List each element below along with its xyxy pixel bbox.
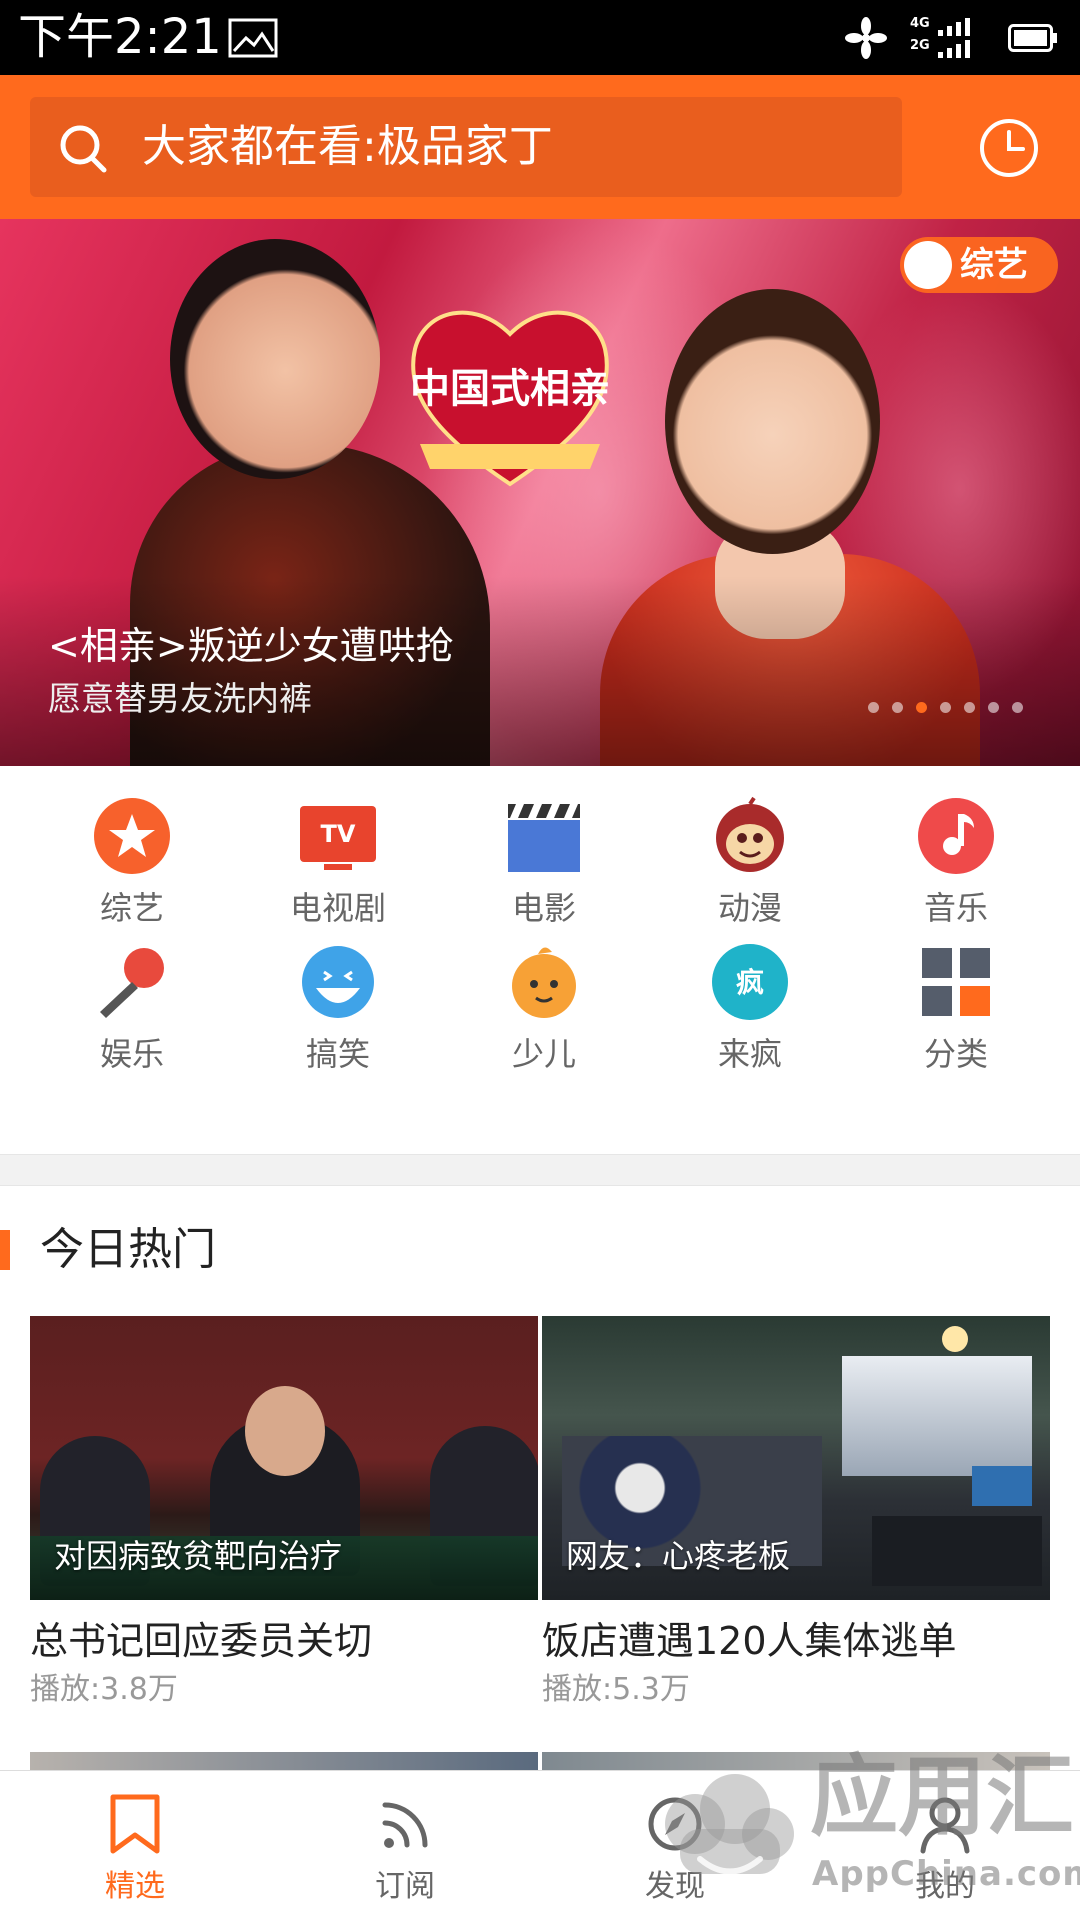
status-time: 下午2:21 <box>18 9 222 65</box>
video-card[interactable]: 网友：心疼老板 饭店遭遇120人集体逃单 播放:5.3万 <box>542 1316 1050 1716</box>
video-overlay-caption: 对因病致贫靶向治疗 <box>54 1537 343 1575</box>
thumb-figure <box>245 1386 325 1476</box>
banner-guest-head <box>665 289 880 554</box>
carousel-dot <box>916 702 927 713</box>
status-bar: 下午2:21 4G 2G <box>0 0 1080 75</box>
carousel-dot <box>940 702 951 713</box>
variety-face-icon <box>904 241 952 289</box>
category-item[interactable]: 搞笑 <box>236 942 440 1092</box>
laughing-face-icon <box>302 946 374 1018</box>
thumb-table <box>872 1516 1042 1586</box>
category-label: 综艺 <box>99 889 164 927</box>
svg-text:疯: 疯 <box>736 966 764 999</box>
search-placeholder: 大家都在看:极品家丁 <box>142 121 553 172</box>
banner-title: <相亲>叛逆少女遭哄抢 <box>48 624 454 668</box>
compass-icon <box>648 1797 702 1851</box>
thumb-light <box>942 1326 968 1352</box>
grid-icon <box>922 948 990 1016</box>
carousel-dot <box>964 702 975 713</box>
history-clock-icon[interactable] <box>978 117 1040 179</box>
nav-item-discover[interactable]: 发现 <box>540 1771 810 1920</box>
star-icon <box>94 798 170 874</box>
app-notification-icon <box>845 17 887 59</box>
microphone-icon <box>100 948 164 1018</box>
category-item[interactable]: TV 电视剧 <box>236 796 440 946</box>
nav-label: 精选 <box>105 1869 165 1904</box>
category-item[interactable]: 综艺 <box>30 796 234 946</box>
banner-subtitle: 愿意替男友洗内裤 <box>48 679 312 718</box>
video-play-count: 播放:5.3万 <box>542 1672 690 1707</box>
network-2g-label: 2G <box>910 38 930 53</box>
show-logo: 中国式相亲 <box>410 310 610 487</box>
category-label: 分类 <box>923 1035 988 1073</box>
thumb-chair <box>972 1466 1032 1506</box>
category-item[interactable]: 音乐 <box>854 796 1058 946</box>
carousel-dot <box>892 702 903 713</box>
nav-item-subscribe[interactable]: 订阅 <box>270 1771 540 1920</box>
category-label: 音乐 <box>923 889 988 927</box>
banner-category-label: 综艺 <box>960 245 1028 285</box>
signal-indicator: 4G 2G <box>910 16 986 60</box>
bookmark-icon <box>110 1794 160 1854</box>
video-play-count: 播放:3.8万 <box>30 1672 178 1707</box>
category-label: 电视剧 <box>289 889 386 927</box>
carousel-dot <box>988 702 999 713</box>
nav-item-featured[interactable]: 精选 <box>0 1771 270 1920</box>
category-label: 搞笑 <box>305 1035 370 1073</box>
category-item[interactable]: 电影 <box>442 796 646 946</box>
category-grid: 综艺 TV 电视剧 电影 动漫 音乐 娱乐 搞笑 少儿疯来疯 分类 <box>0 766 1080 1154</box>
video-card[interactable]: 对因病致贫靶向治疗 总书记回应委员关切 播放:3.8万 <box>30 1316 538 1716</box>
category-label: 来疯 <box>717 1035 782 1073</box>
show-logo-text: 中国式相亲 <box>410 366 610 412</box>
video-overlay-caption: 网友：心疼老板 <box>566 1537 791 1575</box>
category-label: 娱乐 <box>99 1035 164 1073</box>
category-item[interactable]: 分类 <box>854 942 1058 1092</box>
section-title: 今日热门 <box>40 1224 216 1275</box>
signal-bars-icon <box>938 18 970 58</box>
banner-carousel[interactable]: 中国式相亲 综艺 <相亲>叛逆少女遭哄抢 愿意替男友洗内裤 <box>0 219 1080 766</box>
monkey-icon <box>716 796 784 872</box>
network-4g-label: 4G <box>910 16 930 31</box>
nav-label: 我的 <box>915 1869 975 1904</box>
section-accent-bar <box>0 1230 10 1270</box>
tv-icon: TV <box>300 806 376 870</box>
search-icon <box>60 125 107 173</box>
svg-text:TV: TV <box>321 820 356 848</box>
category-item[interactable]: 少儿 <box>442 942 646 1092</box>
category-item[interactable]: 动漫 <box>648 796 852 946</box>
battery-icon <box>1008 24 1057 52</box>
video-title: 总书记回应委员关切 <box>30 1619 373 1663</box>
nav-label: 订阅 <box>375 1869 435 1904</box>
category-item[interactable]: 疯来疯 <box>648 942 852 1092</box>
clapperboard-icon <box>508 804 580 872</box>
bottom-navigation: 精选 订阅 发现 我的 <box>0 1770 1080 1920</box>
carousel-indicator <box>868 702 1023 713</box>
image-notification-icon <box>228 18 278 58</box>
baby-face-icon <box>512 947 576 1018</box>
laifeng-icon: 疯 <box>712 944 788 1020</box>
banner-caption-shade <box>0 576 1080 766</box>
banner-category-tag: 综艺 <box>900 237 1058 293</box>
person-icon <box>920 1797 970 1854</box>
header: 大家都在看:极品家丁 <box>0 75 1080 219</box>
music-note-icon <box>918 798 994 874</box>
carousel-dot <box>1012 702 1023 713</box>
category-label: 少儿 <box>511 1035 576 1073</box>
category-label: 电影 <box>511 889 576 927</box>
status-indicators: 4G 2G <box>844 14 1058 62</box>
carousel-dot <box>868 702 879 713</box>
banner-host-head <box>170 239 380 479</box>
rss-icon <box>382 1802 428 1848</box>
category-item[interactable]: 娱乐 <box>30 942 234 1092</box>
section-divider <box>0 1154 1080 1186</box>
video-title: 饭店遭遇120人集体逃单 <box>542 1619 957 1663</box>
category-label: 动漫 <box>717 889 782 927</box>
search-input[interactable]: 大家都在看:极品家丁 <box>30 97 902 197</box>
thumb-window <box>842 1356 1032 1476</box>
nav-item-mine[interactable]: 我的 <box>810 1771 1080 1920</box>
nav-label: 发现 <box>645 1869 705 1904</box>
